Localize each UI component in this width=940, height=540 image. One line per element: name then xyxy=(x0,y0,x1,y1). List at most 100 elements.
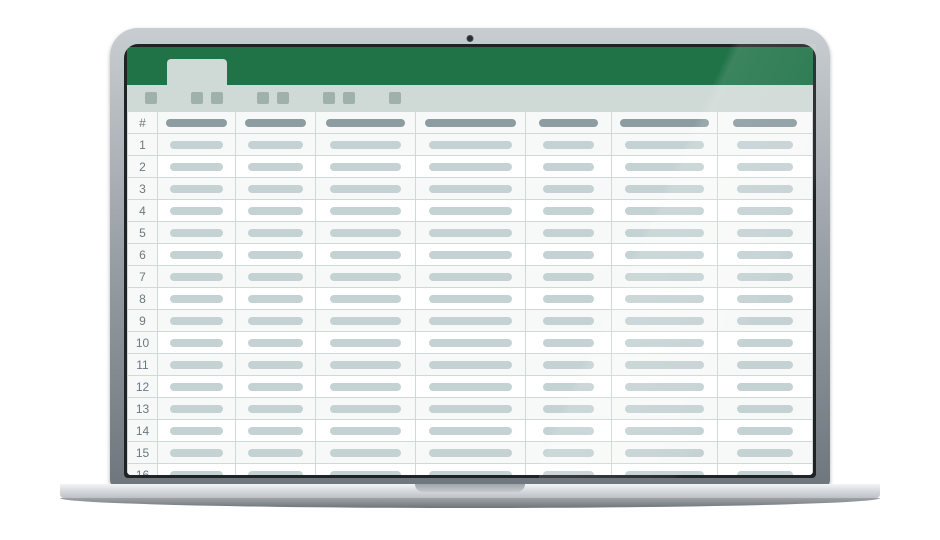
cell[interactable] xyxy=(316,244,416,266)
cell[interactable] xyxy=(718,420,813,442)
cell[interactable] xyxy=(316,222,416,244)
toolbar-button[interactable] xyxy=(191,92,203,104)
cell[interactable] xyxy=(526,156,612,178)
table-row[interactable]: 12 xyxy=(128,376,813,398)
table-row[interactable]: 4 xyxy=(128,200,813,222)
row-number[interactable]: 3 xyxy=(128,178,158,200)
cell[interactable] xyxy=(236,288,316,310)
cell[interactable] xyxy=(236,156,316,178)
cell[interactable] xyxy=(526,288,612,310)
row-number[interactable]: 8 xyxy=(128,288,158,310)
cell[interactable] xyxy=(236,266,316,288)
cell[interactable] xyxy=(158,244,236,266)
toolbar-button[interactable] xyxy=(389,92,401,104)
cell[interactable] xyxy=(236,398,316,420)
cell[interactable] xyxy=(158,420,236,442)
cell[interactable] xyxy=(416,376,526,398)
cell[interactable] xyxy=(718,134,813,156)
table-row[interactable]: 16 xyxy=(128,464,813,476)
cell[interactable] xyxy=(316,178,416,200)
table-row[interactable]: 8 xyxy=(128,288,813,310)
cell[interactable] xyxy=(158,354,236,376)
cell[interactable] xyxy=(316,134,416,156)
cell[interactable] xyxy=(612,178,718,200)
row-number[interactable]: 9 xyxy=(128,310,158,332)
cell[interactable] xyxy=(236,178,316,200)
cell[interactable] xyxy=(236,222,316,244)
cell[interactable] xyxy=(416,354,526,376)
cell[interactable] xyxy=(612,354,718,376)
cell[interactable] xyxy=(416,442,526,464)
row-number[interactable]: 13 xyxy=(128,398,158,420)
cell[interactable] xyxy=(416,222,526,244)
cell[interactable] xyxy=(526,398,612,420)
cell[interactable] xyxy=(316,398,416,420)
cell[interactable] xyxy=(718,398,813,420)
table-row[interactable]: 11 xyxy=(128,354,813,376)
table-row[interactable]: 13 xyxy=(128,398,813,420)
cell[interactable] xyxy=(612,156,718,178)
table-row[interactable]: 3 xyxy=(128,178,813,200)
corner-cell[interactable]: # xyxy=(128,112,158,134)
cell[interactable] xyxy=(316,288,416,310)
cell[interactable] xyxy=(612,266,718,288)
cell[interactable] xyxy=(612,134,718,156)
cell[interactable] xyxy=(612,442,718,464)
cell[interactable] xyxy=(316,266,416,288)
toolbar-button[interactable] xyxy=(211,92,223,104)
cell[interactable] xyxy=(526,200,612,222)
row-number[interactable]: 1 xyxy=(128,134,158,156)
cell[interactable] xyxy=(718,332,813,354)
row-number[interactable]: 10 xyxy=(128,332,158,354)
cell[interactable] xyxy=(612,376,718,398)
cell[interactable] xyxy=(416,244,526,266)
table-row[interactable]: 2 xyxy=(128,156,813,178)
cell[interactable] xyxy=(316,354,416,376)
data-table[interactable]: # 12345678910111213141516 xyxy=(127,111,813,475)
column-header[interactable] xyxy=(718,112,813,134)
cell[interactable] xyxy=(526,332,612,354)
table-row[interactable]: 10 xyxy=(128,332,813,354)
cell[interactable] xyxy=(416,178,526,200)
cell[interactable] xyxy=(236,332,316,354)
cell[interactable] xyxy=(416,266,526,288)
cell[interactable] xyxy=(158,310,236,332)
cell[interactable] xyxy=(416,288,526,310)
table-row[interactable]: 5 xyxy=(128,222,813,244)
row-number[interactable]: 12 xyxy=(128,376,158,398)
cell[interactable] xyxy=(236,420,316,442)
row-number[interactable]: 4 xyxy=(128,200,158,222)
table-row[interactable]: 6 xyxy=(128,244,813,266)
row-number[interactable]: 6 xyxy=(128,244,158,266)
toolbar-button[interactable] xyxy=(257,92,269,104)
cell[interactable] xyxy=(316,442,416,464)
cell[interactable] xyxy=(416,310,526,332)
cell[interactable] xyxy=(158,332,236,354)
cell[interactable] xyxy=(526,222,612,244)
cell[interactable] xyxy=(416,134,526,156)
cell[interactable] xyxy=(158,266,236,288)
toolbar-button[interactable] xyxy=(323,92,335,104)
cell[interactable] xyxy=(612,310,718,332)
cell[interactable] xyxy=(612,200,718,222)
cell[interactable] xyxy=(316,156,416,178)
cell[interactable] xyxy=(526,376,612,398)
cell[interactable] xyxy=(612,332,718,354)
cell[interactable] xyxy=(718,288,813,310)
row-number[interactable]: 15 xyxy=(128,442,158,464)
cell[interactable] xyxy=(718,442,813,464)
cell[interactable] xyxy=(612,244,718,266)
cell[interactable] xyxy=(236,354,316,376)
cell[interactable] xyxy=(316,310,416,332)
row-number[interactable]: 7 xyxy=(128,266,158,288)
cell[interactable] xyxy=(316,376,416,398)
cell[interactable] xyxy=(416,464,526,476)
cell[interactable] xyxy=(158,464,236,476)
cell[interactable] xyxy=(526,266,612,288)
cell[interactable] xyxy=(316,420,416,442)
table-row[interactable]: 14 xyxy=(128,420,813,442)
cell[interactable] xyxy=(158,200,236,222)
cell[interactable] xyxy=(158,178,236,200)
cell[interactable] xyxy=(236,200,316,222)
cell[interactable] xyxy=(526,442,612,464)
